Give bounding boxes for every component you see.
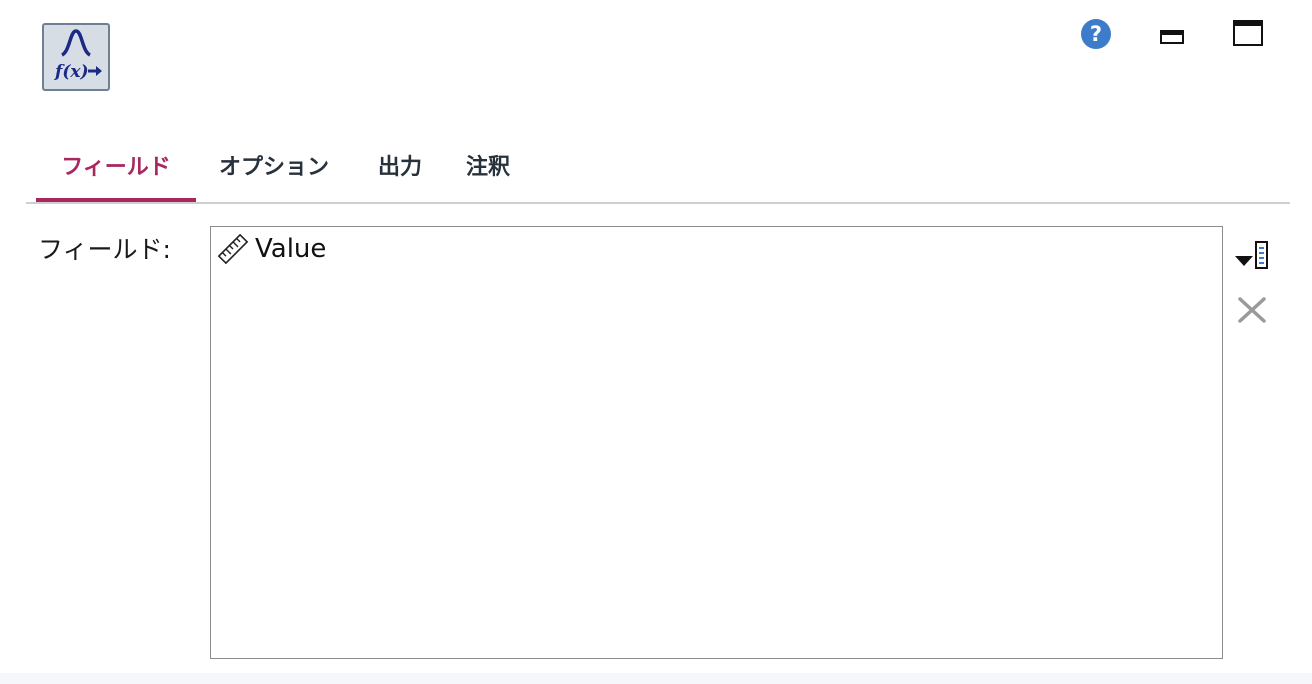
maximize-icon [1233,20,1263,46]
fields-label: フィールド: [38,235,171,264]
tab-annotations[interactable]: 注釈 [460,140,516,200]
field-picker-icon [1235,241,1268,269]
field-name: Value [255,234,327,264]
tab-fields[interactable]: フィールド [36,140,196,202]
pick-fields-button[interactable] [1234,240,1270,270]
distribution-function-icon: f(x) [54,29,102,82]
help-icon: ? [1081,19,1111,49]
node-icon: f(x) [42,23,110,91]
tab-options[interactable]: オプション [212,140,336,200]
list-item[interactable]: Value [215,231,326,267]
maximize-button[interactable] [1233,20,1263,46]
field-list[interactable]: Value [210,226,1223,659]
bottom-strip [0,673,1312,684]
node-glyph-text: f(x) [54,62,89,82]
remove-icon [1238,297,1266,323]
tab-bar: フィールド オプション 出力 注釈 [26,140,1290,204]
svg-text:?: ? [1090,22,1102,46]
continuous-measure-icon [215,231,251,267]
minimize-icon [1160,30,1184,44]
minimize-button[interactable] [1160,29,1184,45]
help-button[interactable]: ? [1080,18,1112,50]
tab-divider [26,202,1290,204]
tab-output[interactable]: 出力 [372,140,428,200]
remove-field-button[interactable] [1236,296,1268,324]
